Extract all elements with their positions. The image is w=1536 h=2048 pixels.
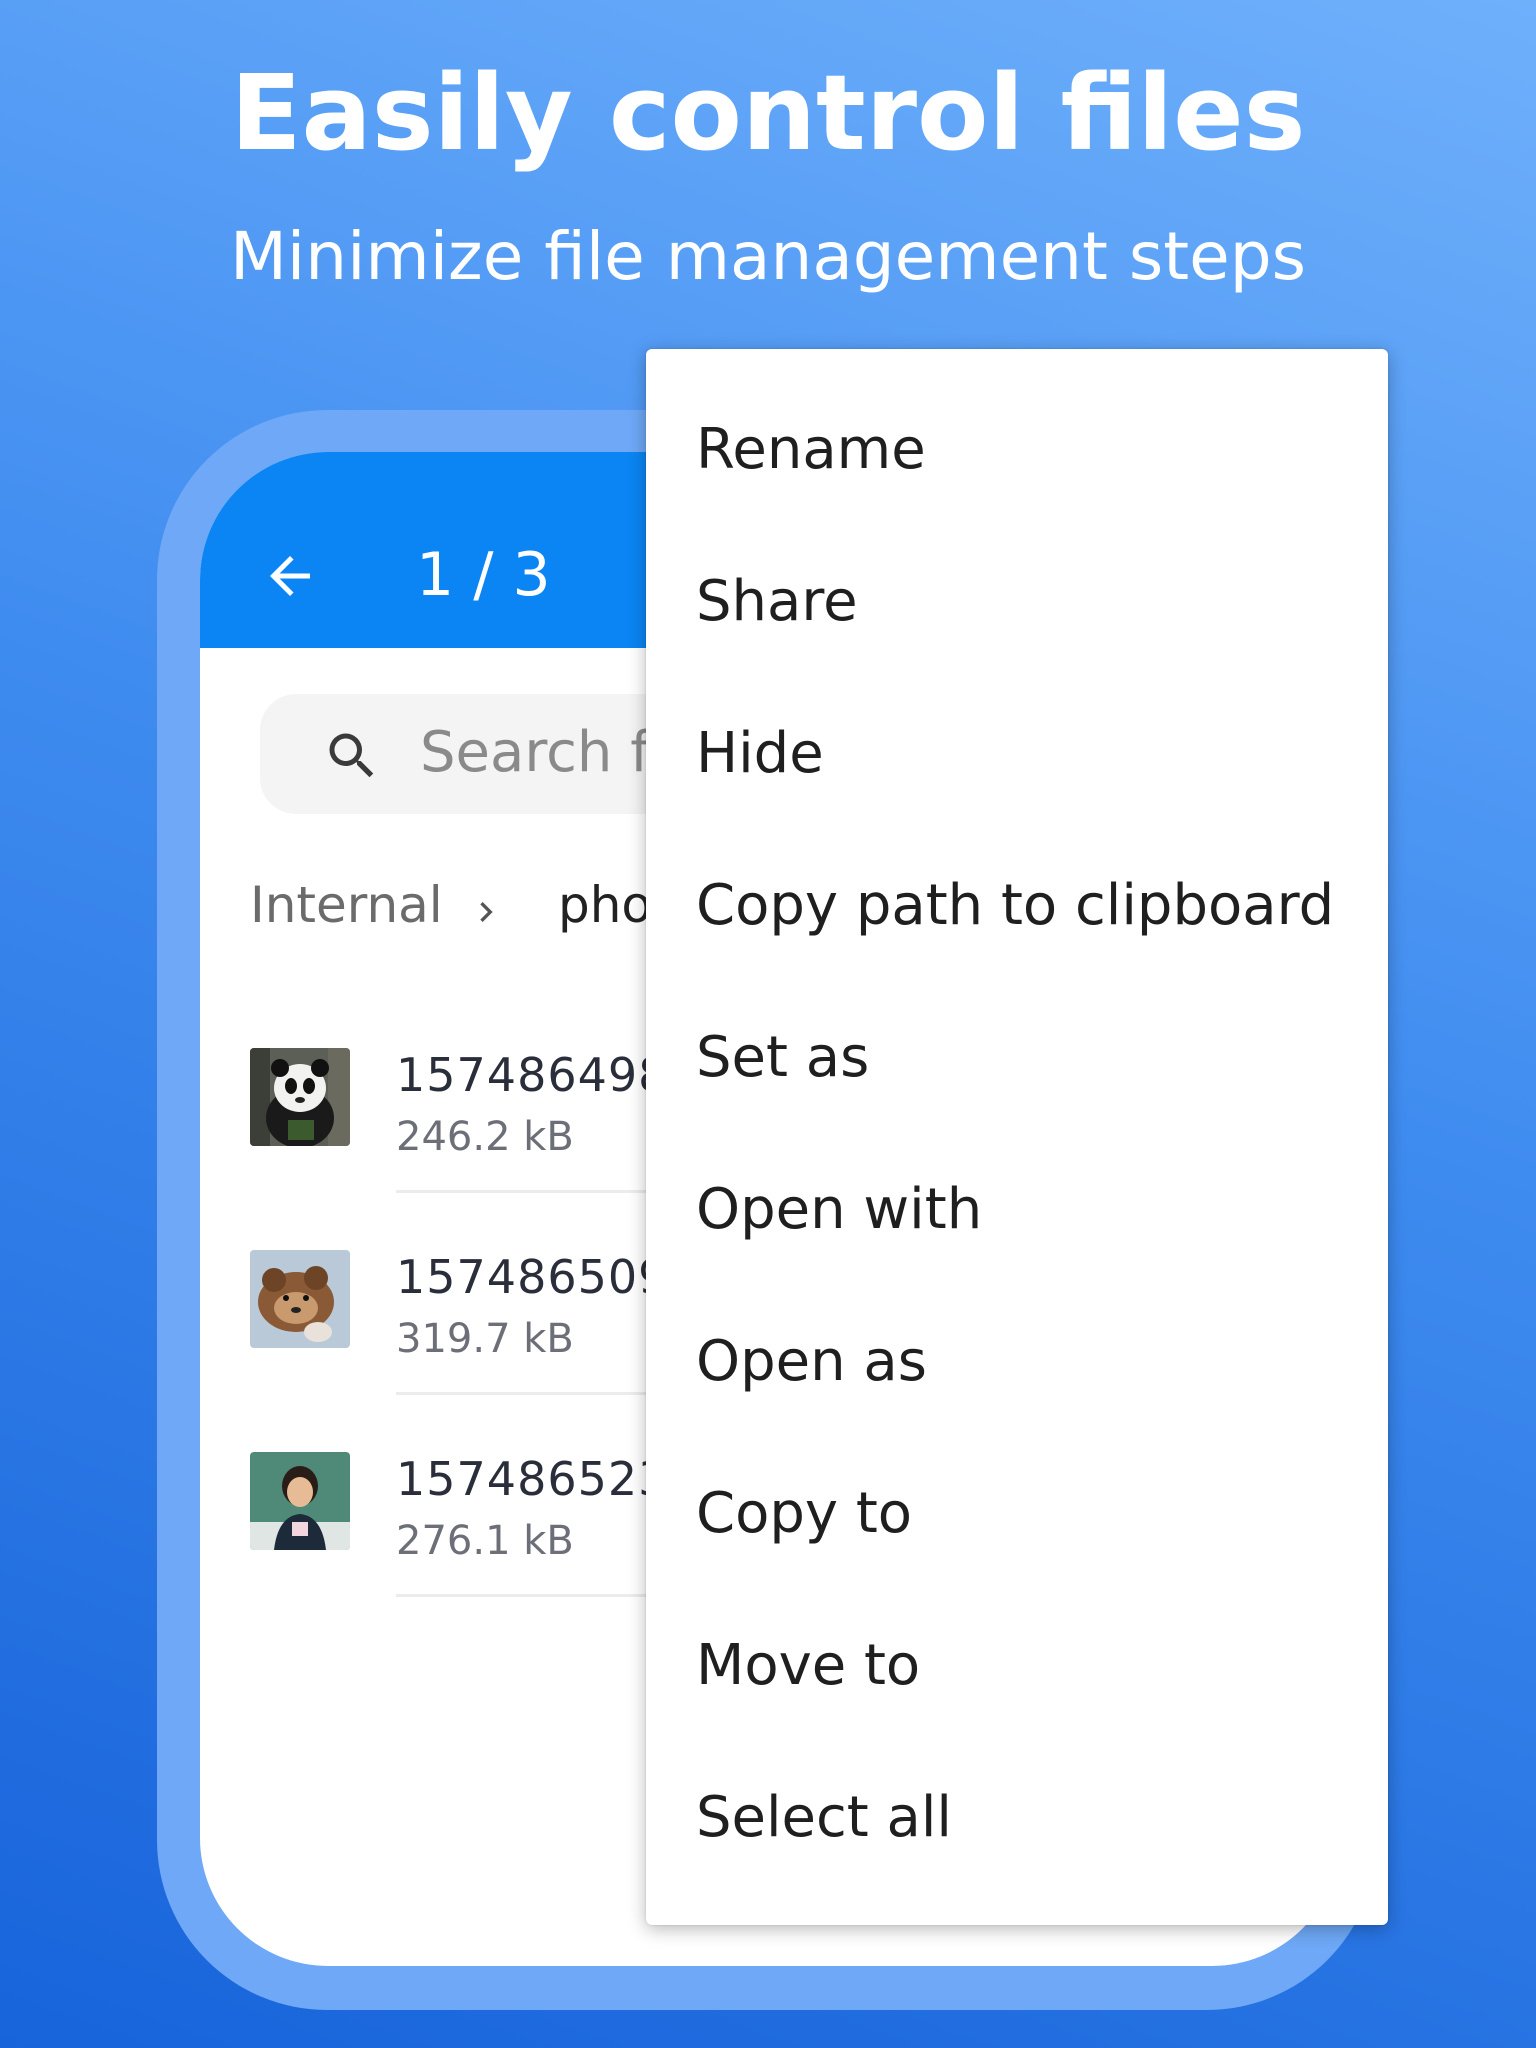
menu-item-label: Open as [696, 1328, 927, 1394]
menu-item-label: Share [696, 568, 858, 634]
menu-item-rename[interactable]: Rename [646, 373, 1388, 525]
menu-item-label: Set as [696, 1024, 870, 1090]
red-panda-photo-icon [250, 1250, 350, 1348]
selection-counter: 1 / 3 [416, 540, 551, 610]
menu-item-label: Copy path to clipboard [696, 872, 1335, 938]
menu-item-select-all[interactable]: Select all [646, 1741, 1388, 1893]
menu-item-open-as[interactable]: Open as [646, 1285, 1388, 1437]
menu-item-open-with[interactable]: Open with [646, 1133, 1388, 1285]
arrow-left-icon [270, 556, 310, 596]
file-size: 276.1 kB [396, 1518, 574, 1564]
search-icon [329, 733, 374, 778]
menu-item-share[interactable]: Share [646, 525, 1388, 677]
menu-item-hide[interactable]: Hide [646, 677, 1388, 829]
chevron-right-icon [480, 902, 493, 922]
menu-item-set-as[interactable]: Set as [646, 981, 1388, 1133]
file-name: 157486498 [396, 1048, 669, 1102]
file-thumbnail [250, 1250, 350, 1348]
file-thumbnail [250, 1048, 350, 1146]
promo-subline: Minimize file management steps [229, 218, 1307, 295]
menu-item-label: Select all [696, 1784, 952, 1850]
menu-item-label: Hide [696, 720, 824, 786]
file-size: 319.7 kB [396, 1316, 574, 1362]
file-name: 157486523 [396, 1452, 669, 1506]
context-menu: Rename Share Hide Copy path to clipboard… [646, 349, 1388, 1925]
breadcrumb-root[interactable]: Internal [250, 876, 443, 934]
menu-item-label: Open with [696, 1176, 983, 1242]
back-button[interactable] [260, 546, 320, 606]
menu-item-label: Move to [696, 1632, 921, 1698]
menu-item-move-to[interactable]: Move to [646, 1589, 1388, 1741]
menu-item-copy-path[interactable]: Copy path to clipboard [646, 829, 1388, 981]
child-portrait-photo-icon [250, 1452, 350, 1550]
menu-item-label: Copy to [696, 1480, 913, 1546]
menu-item-label: Rename [696, 416, 926, 482]
menu-item-copy-to[interactable]: Copy to [646, 1437, 1388, 1589]
file-name: 157486509 [396, 1250, 669, 1304]
file-size: 246.2 kB [396, 1114, 574, 1160]
promo-headline: Easily control files [230, 52, 1306, 174]
panda-photo-icon [250, 1048, 350, 1146]
breadcrumb-current[interactable]: pho [558, 876, 652, 934]
file-thumbnail [250, 1452, 350, 1550]
